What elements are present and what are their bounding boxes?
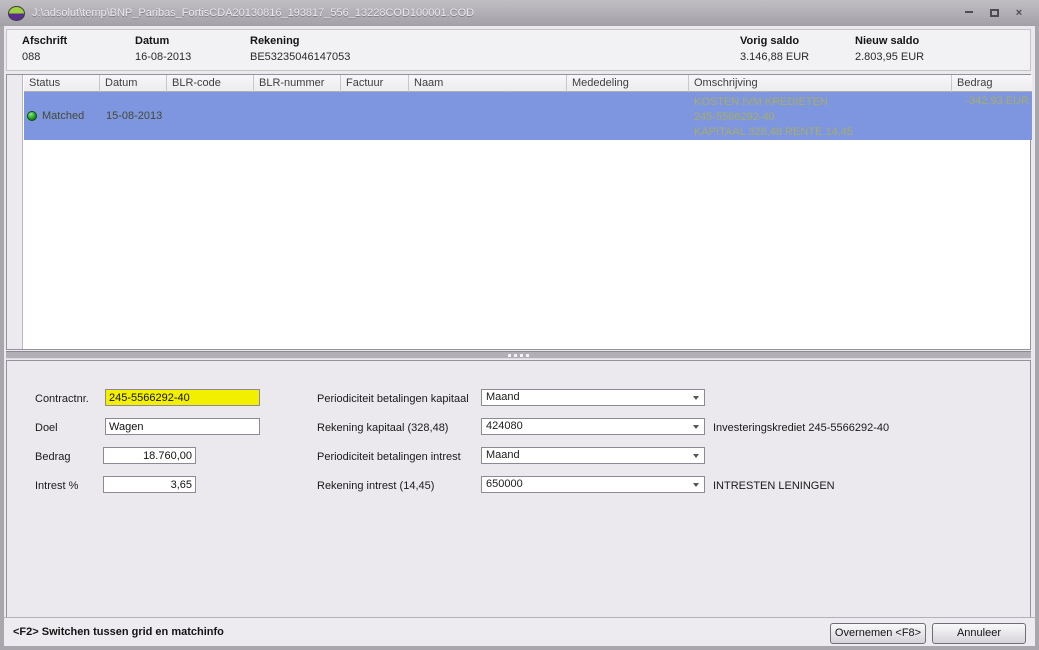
chevron-down-icon bbox=[693, 483, 699, 487]
app-icon bbox=[8, 6, 25, 21]
column-header-naam[interactable]: Naam bbox=[409, 75, 567, 92]
splitter-grip-icon bbox=[508, 354, 511, 357]
rekening-kapitaal-label: Rekening kapitaal (328,48) bbox=[317, 422, 448, 434]
field-value: BE53235046147053 bbox=[250, 51, 350, 63]
doel-input[interactable] bbox=[105, 418, 260, 435]
header-field-vorig-saldo: Vorig saldo 3.146,88 EUR bbox=[740, 35, 809, 63]
matchinfo-form: Contractnr. Doel Bedrag Intrest % Period… bbox=[6, 360, 1031, 617]
omschrijving-line: KAPITAAL 328,48 RENTE 14,45 bbox=[694, 125, 853, 140]
close-icon: × bbox=[1016, 7, 1022, 19]
field-label: Afschrift bbox=[22, 35, 67, 47]
rekening-kapitaal-select[interactable]: 424080 bbox=[481, 418, 705, 435]
maximize-button[interactable] bbox=[986, 5, 1002, 21]
minimize-icon bbox=[965, 10, 973, 13]
maximize-icon bbox=[990, 9, 999, 17]
grid-matchinfo-splitter[interactable] bbox=[6, 351, 1031, 359]
column-header-mededeling[interactable]: Mededeling bbox=[567, 75, 689, 92]
contractnr-input[interactable] bbox=[105, 389, 260, 406]
statusbar-hint: <F2> Switchen tussen grid en matchinfo bbox=[13, 626, 224, 638]
period-kapitaal-value: Maand bbox=[486, 391, 520, 403]
header-field-datum: Datum 16-08-2013 bbox=[135, 35, 191, 63]
doel-label: Doel bbox=[35, 422, 58, 434]
row-datum-cell[interactable]: 15-08-2013 bbox=[106, 92, 162, 140]
header-field-nieuw-saldo: Nieuw saldo 2.803,95 EUR bbox=[855, 35, 924, 63]
period-intrest-value: Maand bbox=[486, 449, 520, 461]
chevron-down-icon bbox=[693, 425, 699, 429]
header-field-afschrift: Afschrift 088 bbox=[22, 35, 67, 63]
row-omschrijving-cell[interactable]: KOSTEN IVM KREDIETEN 245-5566292-40 KAPI… bbox=[694, 95, 853, 140]
chevron-down-icon bbox=[693, 396, 699, 400]
header-field-rekening: Rekening BE53235046147053 bbox=[250, 35, 350, 63]
bedrag-label: Bedrag bbox=[35, 451, 70, 463]
column-header-blr-code[interactable]: BLR-code bbox=[167, 75, 254, 92]
intrest-label: Intrest % bbox=[35, 480, 78, 492]
matched-status-icon bbox=[27, 111, 37, 121]
period-intrest-select[interactable]: Maand bbox=[481, 447, 705, 464]
row-status-cell[interactable]: Matched bbox=[27, 92, 84, 140]
splitter-grip-icon bbox=[514, 354, 517, 357]
bedrag-input[interactable] bbox=[103, 447, 196, 464]
title-bar: J:\adsolut\temp\BNP_Paribas_FortisCDA201… bbox=[0, 0, 1039, 26]
transactions-grid: Status Datum BLR-code BLR-nummer Factuur… bbox=[6, 74, 1031, 350]
window-content: Afschrift 088 Datum 16-08-2013 Rekening … bbox=[4, 26, 1035, 646]
column-header-status[interactable]: Status bbox=[24, 75, 100, 92]
chevron-down-icon bbox=[693, 454, 699, 458]
annuleer-button[interactable]: Annuleer bbox=[932, 623, 1026, 644]
rekening-kapitaal-value: 424080 bbox=[486, 420, 523, 432]
omschrijving-line: KOSTEN IVM KREDIETEN bbox=[694, 95, 853, 110]
column-header-bedrag[interactable]: Bedrag bbox=[952, 75, 1032, 92]
period-kapitaal-select[interactable]: Maand bbox=[481, 389, 705, 406]
field-label: Nieuw saldo bbox=[855, 35, 924, 47]
splitter-grip-icon bbox=[520, 354, 523, 357]
rekening-intrest-label: Rekening intrest (14,45) bbox=[317, 480, 434, 492]
omschrijving-line: 245-5566292-40 bbox=[694, 110, 853, 125]
column-header-blr-nummer[interactable]: BLR-nummer bbox=[254, 75, 341, 92]
field-label: Vorig saldo bbox=[740, 35, 809, 47]
grid-indicator-column bbox=[7, 75, 23, 349]
table-row[interactable] bbox=[24, 92, 1032, 140]
field-value: 16-08-2013 bbox=[135, 51, 191, 63]
row-status-label: Matched bbox=[42, 110, 84, 122]
period-intrest-label: Periodiciteit betalingen intrest bbox=[317, 451, 461, 463]
column-header-datum[interactable]: Datum bbox=[100, 75, 167, 92]
splitter-grip-icon bbox=[526, 354, 529, 357]
field-value: 2.803,95 EUR bbox=[855, 51, 924, 63]
contractnr-label: Contractnr. bbox=[35, 393, 89, 405]
statement-header-panel: Afschrift 088 Datum 16-08-2013 Rekening … bbox=[6, 29, 1031, 71]
intrest-input[interactable] bbox=[103, 476, 196, 493]
window-title: J:\adsolut\temp\BNP_Paribas_FortisCDA201… bbox=[32, 7, 474, 19]
field-value: 088 bbox=[22, 51, 67, 63]
field-label: Datum bbox=[135, 35, 191, 47]
rekening-kapitaal-info: Investeringskrediet 245-5566292-40 bbox=[713, 422, 889, 434]
field-label: Rekening bbox=[250, 35, 350, 47]
rekening-intrest-select[interactable]: 650000 bbox=[481, 476, 705, 493]
minimize-button[interactable] bbox=[961, 5, 977, 21]
status-bar: <F2> Switchen tussen grid en matchinfo O… bbox=[4, 617, 1035, 646]
overnemen-button[interactable]: Overnemen <F8> bbox=[830, 623, 926, 644]
close-button[interactable]: × bbox=[1011, 5, 1027, 21]
column-header-omschrijving[interactable]: Omschrijving bbox=[689, 75, 952, 92]
rekening-intrest-info: INTRESTEN LENINGEN bbox=[713, 480, 835, 492]
row-bedrag-cell[interactable]: -342,93 EUR bbox=[907, 95, 1029, 107]
period-kapitaal-label: Periodiciteit betalingen kapitaal bbox=[317, 393, 469, 405]
column-header-factuur[interactable]: Factuur bbox=[341, 75, 409, 92]
rekening-intrest-value: 650000 bbox=[486, 478, 523, 490]
window-controls: × bbox=[961, 5, 1039, 21]
field-value: 3.146,88 EUR bbox=[740, 51, 809, 63]
